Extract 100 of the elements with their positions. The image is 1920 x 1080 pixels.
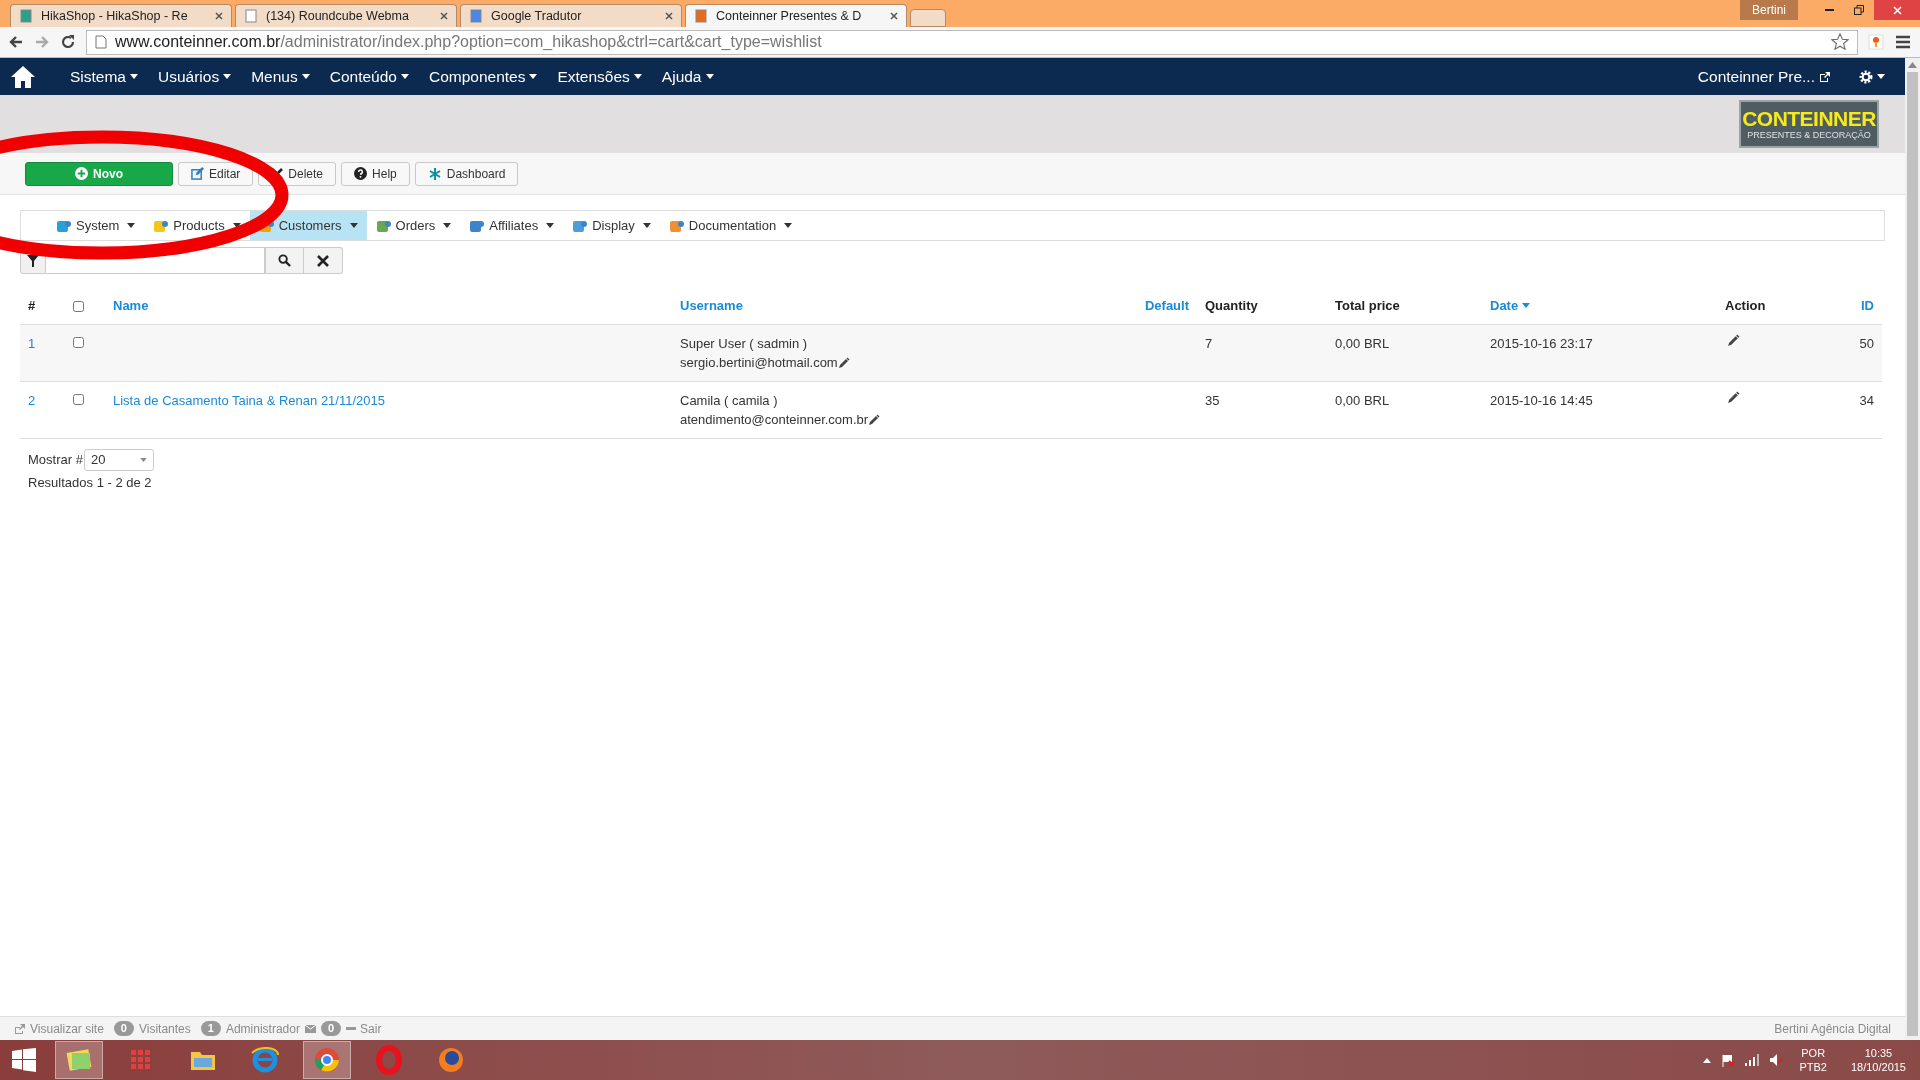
menu-item[interactable]: Menus (251, 64, 310, 89)
firefox-icon (436, 1045, 466, 1075)
menu-item[interactable]: Usuários (158, 64, 232, 89)
caret-icon (529, 74, 538, 79)
column-header[interactable]: Name (113, 296, 149, 316)
tab-title: Google Tradutor (491, 7, 583, 25)
external-link-icon (14, 1023, 26, 1034)
column-header[interactable]: Default (1144, 296, 1189, 316)
scrollbar[interactable] (1905, 58, 1920, 1040)
flag-icon[interactable] (1721, 1053, 1736, 1067)
signal-icon[interactable] (1745, 1054, 1760, 1066)
star-icon[interactable] (1831, 33, 1849, 51)
pencil-icon[interactable] (868, 413, 881, 426)
clock[interactable]: 10:35 18/10/2015 (1850, 1046, 1906, 1074)
column-header: Total price (1335, 297, 1400, 315)
status-label: Administrador (225, 1020, 300, 1038)
clock-date: 18/10/2015 (1850, 1060, 1906, 1074)
address-bar[interactable]: www.conteinner.com.br/administrator/index.php?option=com_hikashop&ctrl=cart&cart_type=wishlist (86, 29, 1858, 55)
extension-icon[interactable] (1868, 34, 1884, 50)
menu-icon[interactable] (1894, 34, 1912, 50)
submenu-tab[interactable]: Affiliates (460, 211, 564, 240)
column-header: Action (1725, 297, 1766, 315)
column-header: Quantity (1205, 297, 1258, 315)
page-size-select[interactable]: 20 (83, 448, 154, 471)
submenu-tab[interactable]: Orders (366, 211, 461, 240)
count-badge: 1 (200, 1021, 221, 1036)
minus-icon (346, 1027, 357, 1030)
taskbar-button[interactable] (55, 1041, 103, 1079)
results-count: Resultados 1 - 2 de 2 (28, 473, 153, 492)
menu-item[interactable]: Sistema (70, 64, 138, 89)
logo-title: CONTEINNER (1742, 107, 1876, 130)
close-icon[interactable] (440, 12, 448, 20)
submenu-tab[interactable]: Display (563, 211, 660, 240)
caret-icon (546, 223, 555, 228)
wishlist-name-link[interactable]: Lista de Casamento Taina & Renan 21/11/2015 (113, 392, 385, 408)
row-checkbox[interactable] (73, 336, 84, 348)
restore-icon (1854, 5, 1864, 15)
menu-item[interactable]: Conteúdo (329, 64, 409, 89)
settings-icon (1859, 69, 1873, 84)
browser-tab[interactable]: HikaShop - HikaShop - Re (10, 4, 232, 27)
language-indicator[interactable]: POR PTB2 (1799, 1046, 1827, 1074)
tray-arrow-icon[interactable] (1703, 1057, 1712, 1063)
module-icon (469, 218, 486, 233)
pencil-icon[interactable] (1727, 390, 1740, 404)
close-icon[interactable] (890, 12, 898, 20)
taskbar-button[interactable] (303, 1041, 351, 1079)
table-cell: 35 (1205, 392, 1220, 408)
module-icon (56, 218, 72, 233)
table-cell: 0,00 BRL (1335, 392, 1390, 408)
table-cell: 0,00 BRL (1335, 335, 1390, 351)
row-checkbox[interactable] (73, 393, 84, 405)
pencil-icon[interactable] (1727, 333, 1740, 347)
site-link[interactable]: Conteinner Pre... (1697, 64, 1831, 89)
count-badge: 0 (320, 1021, 342, 1036)
page-icon (95, 35, 107, 49)
column-header[interactable]: Date (1490, 296, 1531, 316)
edit-button[interactable]: Editar (178, 161, 254, 186)
logo-subtitle: PRESENTES & DECORAÇÃO (1747, 129, 1871, 141)
search-button[interactable] (265, 247, 304, 274)
back-icon[interactable] (8, 34, 24, 50)
column-header[interactable]: ID (1861, 296, 1874, 316)
caret-icon (127, 223, 136, 228)
credit-text: Bertini Agência Digital (1774, 1020, 1891, 1038)
row-number[interactable]: 2 (28, 392, 36, 408)
module-icon (375, 218, 392, 233)
close-icon (317, 254, 329, 267)
help-button[interactable]: Help (341, 161, 410, 186)
pencil-icon[interactable] (837, 356, 850, 369)
scroll-thumb[interactable] (1907, 72, 1918, 1036)
menu-item[interactable]: Componentes (428, 64, 538, 89)
url-text: www.conteinner.com.br/administrator/index.php?option=com_hikashop&ctrl=cart&cart_type=wishlist (115, 32, 822, 52)
submenu-tab[interactable]: Products (144, 211, 250, 240)
pagination-label: Mostrar # (28, 450, 83, 469)
dashboard-button[interactable]: Dashboard (414, 161, 519, 186)
submenu-tab[interactable]: Documentation (659, 211, 802, 240)
module-icon (572, 218, 589, 233)
reload-icon[interactable] (60, 34, 76, 50)
close-icon[interactable] (665, 12, 673, 20)
caret-icon (633, 74, 642, 79)
minimize-icon (1824, 9, 1834, 11)
clear-button[interactable] (304, 247, 343, 274)
speaker-icon[interactable] (1769, 1053, 1784, 1067)
edit-icon (191, 167, 204, 180)
browser-tab[interactable]: Google Tradutor (460, 4, 682, 27)
close-icon[interactable] (215, 12, 223, 20)
submenu-tab[interactable]: System (47, 211, 145, 240)
column-header[interactable]: Username (680, 296, 743, 316)
browser-tab[interactable]: Conteinner Presentes & D (685, 4, 907, 27)
menu-item[interactable]: Ajuda (661, 64, 714, 89)
page-icon (19, 9, 33, 23)
filter-icon (27, 254, 39, 267)
asterisk-icon (427, 166, 442, 181)
status-label: Visitantes (138, 1020, 191, 1038)
menu-item[interactable]: Extensões (557, 64, 642, 89)
chrome-icon (312, 1045, 342, 1075)
windows-icon (12, 1048, 36, 1072)
settings-menu[interactable] (1859, 69, 1885, 84)
browser-tab[interactable]: (134) Roundcube Webma (235, 4, 457, 27)
select-all-checkbox[interactable] (73, 301, 84, 313)
home-icon[interactable] (10, 64, 36, 89)
